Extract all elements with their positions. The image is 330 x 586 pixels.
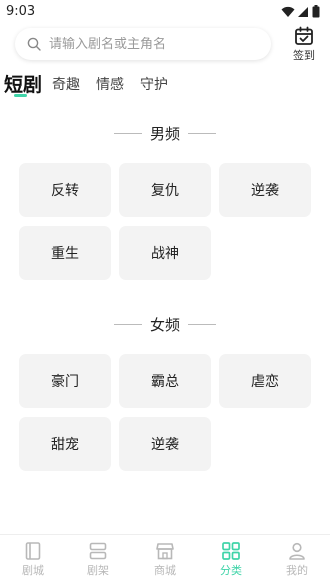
nav-item-category[interactable]: 分类 <box>206 541 256 578</box>
tab-short-drama[interactable]: 短剧 <box>4 70 42 97</box>
tab-active-indicator <box>14 94 27 97</box>
genre-chip[interactable]: 甜宠 <box>19 417 111 471</box>
genre-chip[interactable]: 反转 <box>19 163 111 217</box>
divider-line <box>188 323 216 325</box>
genre-chip[interactable]: 战神 <box>119 226 211 280</box>
nav-item-store[interactable]: 商城 <box>140 541 190 578</box>
checkin-label: 签到 <box>293 49 315 62</box>
divider-line <box>113 323 142 325</box>
category-icon <box>222 542 240 560</box>
nav-item-profile[interactable]: 我的 <box>272 541 322 578</box>
status-icons <box>281 5 320 18</box>
bottom-nav: 剧城 剧架 商城 分类 我的 <box>0 534 330 586</box>
genre-chip[interactable]: 霸总 <box>119 354 211 408</box>
nav-label: 剧架 <box>87 564 109 577</box>
genre-chip[interactable]: 逆袭 <box>219 163 311 217</box>
tab-guard[interactable]: 守护 <box>140 74 168 94</box>
nav-label: 剧城 <box>22 564 44 577</box>
shelf-icon <box>89 542 107 560</box>
nav-item-theater[interactable]: 剧城 <box>8 541 58 578</box>
battery-icon <box>312 5 320 18</box>
nav-label: 我的 <box>286 564 308 577</box>
divider-line <box>113 132 142 134</box>
genre-chip[interactable]: 豪门 <box>19 354 111 408</box>
calendar-check-icon <box>295 26 313 45</box>
book-icon <box>25 542 41 560</box>
category-tabs: 短剧 奇趣 情感 守护 <box>0 70 330 98</box>
genre-chip[interactable]: 复仇 <box>119 163 211 217</box>
nav-label: 分类 <box>220 564 242 577</box>
divider-line <box>188 132 216 134</box>
genre-chip[interactable]: 逆袭 <box>119 417 211 471</box>
genre-chip[interactable]: 虐恋 <box>219 354 311 408</box>
status-bar: 9:03 <box>0 0 330 24</box>
search-bar[interactable] <box>15 28 271 60</box>
search-input[interactable] <box>49 36 249 52</box>
nav-label: 商城 <box>154 564 176 577</box>
search-icon <box>27 37 41 51</box>
genre-chip[interactable]: 重生 <box>19 226 111 280</box>
tab-emotion[interactable]: 情感 <box>96 74 124 94</box>
section-title-female: 女频 <box>0 314 330 334</box>
nav-item-shelf[interactable]: 剧架 <box>73 541 123 578</box>
signal-icon <box>298 6 308 17</box>
section-title-male: 男频 <box>0 123 330 143</box>
section-title-text: 男频 <box>149 124 180 143</box>
store-icon <box>156 543 174 560</box>
status-time: 9:03 <box>6 4 36 19</box>
tab-fun[interactable]: 奇趣 <box>52 74 80 94</box>
section-title-text: 女频 <box>149 315 180 334</box>
checkin-button[interactable]: 签到 <box>288 26 320 62</box>
wifi-icon <box>281 6 295 17</box>
profile-icon <box>289 542 305 560</box>
